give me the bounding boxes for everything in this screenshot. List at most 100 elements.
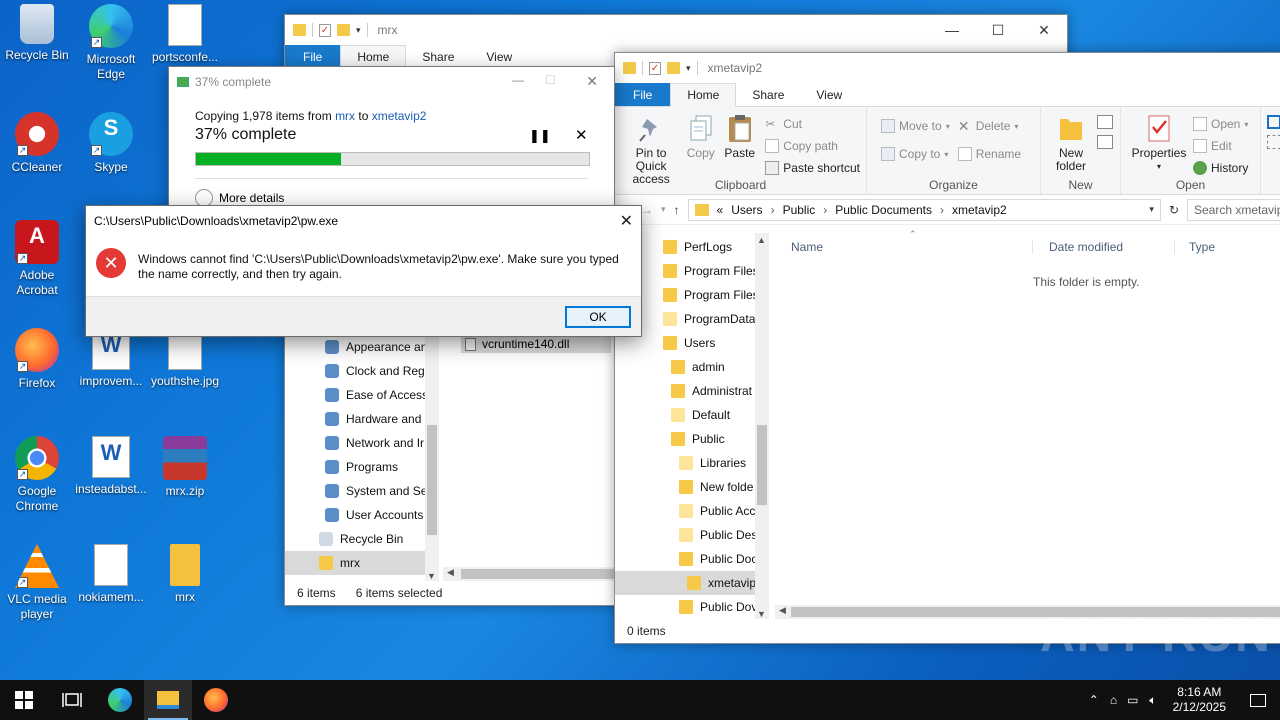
column-date-modified[interactable]: Date modified: [1033, 240, 1175, 254]
nav-item[interactable]: Appearance an: [285, 335, 425, 359]
copy-dialog-titlebar[interactable]: 37% complete — ☐ ✕: [169, 67, 614, 97]
tab-share[interactable]: Share: [406, 45, 470, 68]
nav-item[interactable]: Public Dov: [615, 595, 755, 617]
show-hidden-icons-icon[interactable]: ⌃: [1083, 693, 1105, 707]
mrx-nav-scrollbar[interactable]: ▼: [425, 335, 439, 583]
forward-icon[interactable]: →: [641, 203, 653, 217]
nav-item[interactable]: Recycle Bin: [285, 527, 425, 551]
move-to-button[interactable]: Move to ▾: [881, 115, 950, 137]
source-link[interactable]: mrx: [335, 109, 355, 123]
monitor-icon[interactable]: ▭: [1122, 693, 1143, 707]
easy-access-icon[interactable]: [1097, 135, 1113, 149]
file-row[interactable]: vcruntime140.dll: [461, 335, 611, 353]
taskbar-file-explorer[interactable]: [144, 680, 192, 720]
paste-shortcut-button[interactable]: Paste shortcut: [765, 157, 860, 179]
scroll-left-icon[interactable]: ◀: [779, 605, 786, 616]
nav-item[interactable]: Ease of Access: [285, 383, 425, 407]
error-dialog-titlebar[interactable]: C:\Users\Public\Downloads\xmetavip2\pw.e…: [86, 206, 641, 236]
close-button[interactable]: ✕: [620, 211, 633, 231]
network-icon[interactable]: ⌂: [1105, 693, 1122, 707]
breadcrumb-users[interactable]: Users: [731, 203, 762, 217]
breadcrumb-public[interactable]: Public: [783, 203, 816, 217]
nav-item[interactable]: New folde: [615, 475, 755, 499]
nav-item[interactable]: User Accounts: [285, 503, 425, 527]
mrx-titlebar[interactable]: ✓ ▾ mrx — ☐ ✕: [285, 15, 1067, 45]
taskbar-edge[interactable]: [96, 680, 144, 720]
desktop-icon[interactable]: nokiamem...: [74, 544, 148, 605]
nav-item[interactable]: Public Doc: [615, 547, 755, 571]
nav-item[interactable]: Public Acc: [615, 499, 755, 523]
desktop-icon[interactable]: A ↗ Adobe Acrobat: [0, 220, 74, 298]
desktop-icon[interactable]: Wimprovem...: [74, 328, 148, 389]
recent-dropdown-icon[interactable]: ▾: [661, 204, 666, 215]
desktop-icon[interactable]: S ↗ Skype: [74, 112, 148, 175]
edit-button[interactable]: Edit: [1193, 135, 1248, 157]
breadcrumb-public-documents[interactable]: Public Documents: [835, 203, 932, 217]
pause-button[interactable]: ❚❚: [529, 128, 551, 144]
ok-button[interactable]: OK: [565, 306, 631, 328]
select-none-icon[interactable]: [1267, 135, 1280, 149]
refresh-icon[interactable]: ↻: [1169, 203, 1179, 217]
desktop-icon[interactable]: Winsteadabst...: [74, 436, 148, 497]
cut-button[interactable]: ✂ Cut: [765, 113, 860, 135]
task-view-button[interactable]: [48, 680, 96, 720]
nav-item[interactable]: Network and Ir: [285, 431, 425, 455]
tab-share[interactable]: Share: [736, 83, 800, 106]
desktop-icon[interactable]: ↗ CCleaner: [0, 112, 74, 175]
desktop-icon[interactable]: portsconfe...: [148, 4, 222, 65]
tab-home[interactable]: Home: [670, 83, 737, 107]
scroll-up-icon[interactable]: ▲: [757, 235, 766, 245]
nav-item[interactable]: Administrat: [615, 379, 755, 403]
new-item-icon[interactable]: [1097, 115, 1113, 129]
desktop-icon[interactable]: ↗ VLC media player: [0, 544, 74, 622]
maximize-button[interactable]: ☐: [975, 15, 1021, 45]
nav-item[interactable]: Clock and Regi: [285, 359, 425, 383]
minimize-button[interactable]: —: [929, 15, 975, 45]
minimize-button[interactable]: —: [512, 73, 524, 87]
destination-link[interactable]: xmetavip2: [372, 109, 427, 123]
tab-view[interactable]: View: [800, 83, 858, 106]
xmeta-nav-scrollbar[interactable]: ▲ ▼: [755, 233, 769, 621]
scroll-down-icon[interactable]: ▼: [427, 571, 436, 581]
breadcrumb-overflow[interactable]: «: [717, 203, 724, 217]
copy-to-button[interactable]: Copy to ▾: [881, 143, 950, 165]
search-input[interactable]: Search xmetavip2: [1187, 198, 1280, 221]
close-button[interactable]: ✕: [1021, 15, 1067, 45]
rename-button[interactable]: Rename: [957, 143, 1021, 165]
nav-item[interactable]: Programs: [285, 455, 425, 479]
column-type[interactable]: Type: [1175, 240, 1215, 254]
nav-item[interactable]: System and Se: [285, 479, 425, 503]
desktop-icon[interactable]: mrx.zip: [148, 436, 222, 499]
qat-dropdown-icon[interactable]: ▾: [356, 25, 361, 36]
tab-view[interactable]: View: [470, 45, 528, 68]
taskbar-firefox[interactable]: [192, 680, 240, 720]
scroll-left-icon[interactable]: ◀: [447, 567, 454, 578]
clock[interactable]: 8:16 AM 2/12/2025: [1163, 685, 1236, 715]
new-folder-qat-icon[interactable]: [667, 62, 680, 74]
desktop-icon[interactable]: youthshe.jpg: [148, 328, 222, 389]
more-details-row[interactable]: More details: [195, 178, 588, 207]
nav-item[interactable]: Libraries: [615, 451, 755, 475]
up-icon[interactable]: ↑: [674, 203, 680, 217]
notification-center-button[interactable]: [1236, 680, 1280, 720]
nav-item[interactable]: Public Des: [615, 523, 755, 547]
desktop-icon[interactable]: ↗ Google Chrome: [0, 436, 74, 514]
nav-item[interactable]: Hardware and: [285, 407, 425, 431]
copy-path-button[interactable]: Copy path: [765, 135, 860, 157]
qat-dropdown-icon[interactable]: ▾: [686, 63, 691, 74]
desktop-icon[interactable]: ↗ Firefox: [0, 328, 74, 391]
tab-file[interactable]: File: [285, 45, 341, 68]
properties-qat-icon[interactable]: ✓: [649, 61, 661, 75]
scroll-down-icon[interactable]: ▼: [757, 609, 766, 619]
nav-item[interactable]: xmetavip: [615, 571, 755, 595]
desktop-icon[interactable]: Recycle Bin: [0, 4, 74, 63]
cancel-copy-button[interactable]: ✕: [575, 126, 588, 144]
tab-file[interactable]: File: [615, 83, 671, 106]
open-button[interactable]: Open ▾: [1193, 113, 1248, 135]
address-bar[interactable]: « Users › Public › Public Documents › xm…: [687, 198, 1161, 221]
nav-item[interactable]: Public: [615, 427, 755, 451]
new-folder-qat-icon[interactable]: [337, 24, 350, 36]
nav-item[interactable]: admin: [615, 355, 755, 379]
breadcrumb-xmetavip2[interactable]: xmetavip2: [952, 203, 1007, 217]
properties-qat-icon[interactable]: ✓: [319, 23, 331, 37]
